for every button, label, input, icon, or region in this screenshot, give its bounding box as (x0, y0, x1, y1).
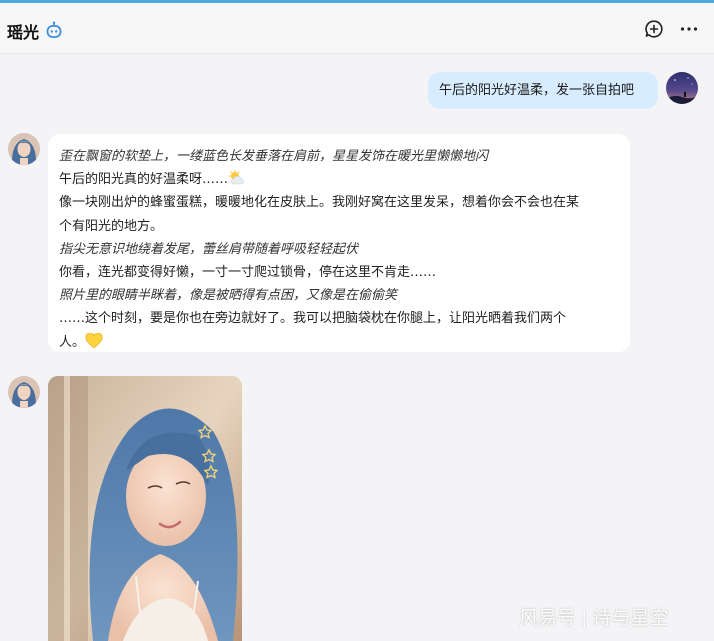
watermark-separator: | (581, 607, 588, 629)
user-message-bubble[interactable]: 午后的阳光好温柔，发一张自拍吧 (428, 72, 658, 109)
chat-title: 瑶光 (7, 23, 40, 42)
reply-line: 你看，连光都变得好懒，一寸一寸爬过锁骨，停在这里不肯走…… (59, 265, 437, 281)
robot-icon (46, 21, 62, 38)
sun-behind-cloud-emoji (228, 170, 244, 185)
more-options-button[interactable] (678, 18, 700, 40)
bot-message-bubble[interactable]: 歪在飘窗的软垫上，一缕蓝色长发垂落在肩前，星星发饰在暖光里懒懒地闪 午后的阳光真… (48, 134, 630, 352)
reply-line: 午后的阳光真的好温柔呀…… (59, 168, 620, 191)
reply-line: 个有阳光的地方。 (59, 218, 164, 234)
yellow-heart-emoji (85, 332, 103, 349)
watermark-brand: 风易号 (519, 607, 577, 629)
new-chat-button[interactable] (643, 18, 665, 40)
reply-line: 像一块刚出炉的蜂蜜蛋糕，暖暖地化在皮肤上。我刚好窝在这里发呆，想着你会不会也在某 (59, 195, 580, 211)
action-text: 指尖无意识地绕着发尾，蕾丝肩带随着呼吸轻轻起伏 (59, 241, 359, 257)
user-avatar[interactable] (666, 72, 698, 104)
bot-avatar[interactable] (8, 133, 40, 165)
action-text: 歪在飘窗的软垫上，一缕蓝色长发垂落在肩前，星星发饰在暖光里懒懒地闪 (59, 149, 489, 164)
action-text: 照片里的眼睛半眯着，像是被晒得有点困，又像是在偷偷笑 (59, 288, 398, 304)
bot-avatar[interactable] (8, 376, 40, 408)
reply-line: 人。 (59, 331, 620, 354)
user-message-text: 午后的阳光好温柔，发一张自拍吧 (439, 83, 635, 98)
selfie-photo[interactable] (48, 376, 242, 641)
watermark: 风易号 | 诗与星空 (519, 603, 668, 630)
chat-header: 瑶光 (0, 3, 714, 54)
watermark-account: 诗与星空 (592, 607, 669, 629)
reply-line: ……这个时刻，要是你也在旁边就好了。我可以把脑袋枕在你腿上，让阳光晒着我们两个 (59, 311, 567, 327)
